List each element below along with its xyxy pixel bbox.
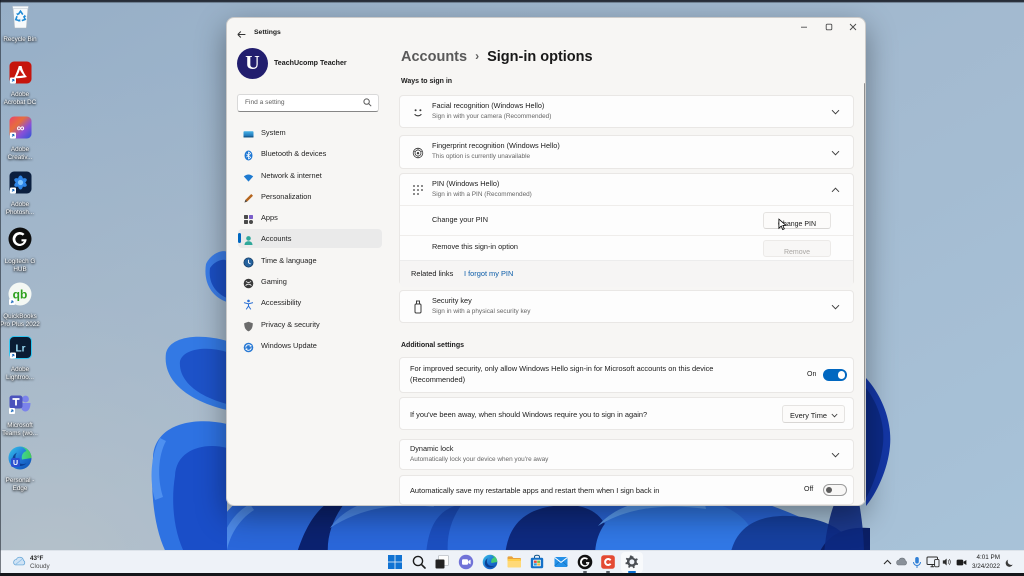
svg-text:Lr: Lr: [15, 344, 25, 355]
svg-text:∞: ∞: [16, 123, 24, 135]
svg-text:qb: qb: [13, 288, 28, 302]
svg-text:U: U: [13, 460, 18, 467]
